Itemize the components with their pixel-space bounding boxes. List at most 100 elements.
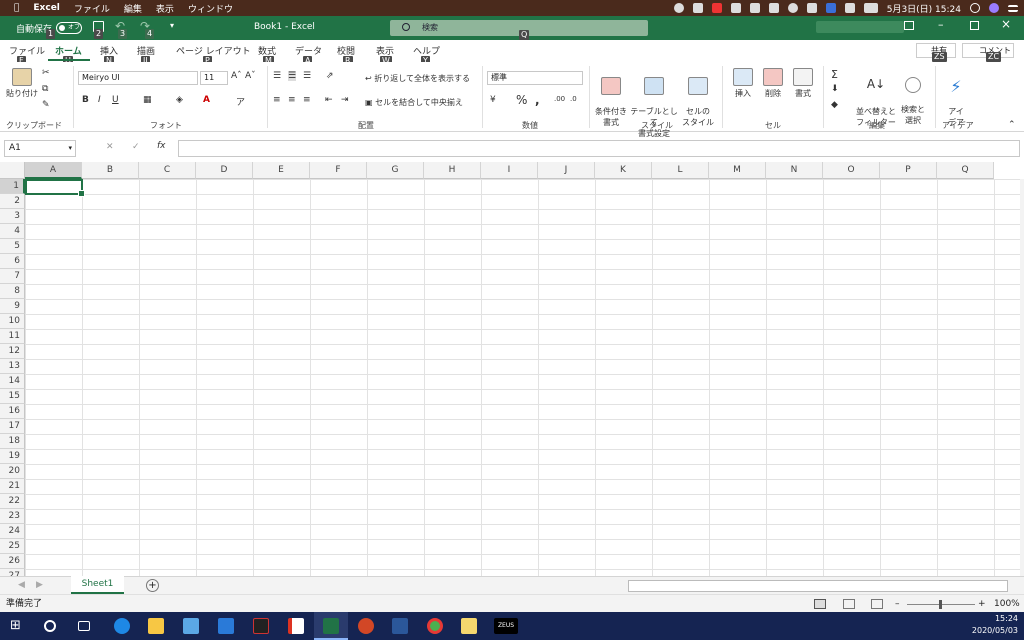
file-explorer-icon[interactable] (148, 618, 164, 634)
active-cell-a1[interactable] (25, 179, 85, 197)
tab-page-layout[interactable]: ページ レイアウト (176, 44, 251, 57)
podcast-icon[interactable] (673, 3, 684, 13)
pdf-icon[interactable] (288, 618, 304, 634)
column-header[interactable]: P (880, 162, 937, 179)
zoom-level[interactable]: 100% (994, 595, 1020, 613)
menu-window[interactable]: ウィンドウ (188, 2, 233, 15)
zoom-slider-thumb[interactable] (939, 600, 942, 609)
app-icon[interactable] (730, 3, 741, 13)
vertical-scrollbar[interactable] (1020, 179, 1024, 576)
page-layout-view-icon[interactable] (843, 599, 855, 609)
apple-menu-icon[interactable]:  (14, 3, 19, 13)
account-area[interactable] (816, 21, 904, 33)
cells-area[interactable] (25, 179, 1020, 576)
column-header[interactable]: D (196, 162, 253, 179)
ribbon-display-options-icon[interactable] (904, 21, 914, 30)
row-header[interactable]: 16 (0, 404, 25, 419)
dropbox-icon[interactable] (749, 3, 760, 13)
cortana-icon[interactable] (44, 620, 56, 632)
currency-icon[interactable]: ¥ (490, 95, 496, 105)
font-size-select[interactable]: 11 (200, 71, 228, 85)
column-header[interactable]: E (253, 162, 310, 179)
conditional-formatting-button[interactable]: 条件付き 書式 (594, 68, 628, 128)
align-middle-icon[interactable]: ☰ (288, 71, 297, 81)
font-name-select[interactable]: Meiryo UI (78, 71, 198, 85)
row-header[interactable]: 8 (0, 284, 25, 299)
row-header[interactable]: 9 (0, 299, 25, 314)
collapse-ribbon-icon[interactable]: ⌃ (1008, 120, 1016, 130)
row-header[interactable]: 26 (0, 554, 25, 569)
confirm-entry-icon[interactable]: ✓ (132, 142, 140, 152)
mail-icon[interactable] (218, 618, 234, 634)
row-header[interactable]: 20 (0, 464, 25, 479)
wrap-text-button[interactable]: ↩ 折り返して全体を表示する (365, 73, 470, 84)
prev-sheet-icon[interactable]: ◀ (18, 580, 25, 590)
notes-icon[interactable] (461, 618, 477, 634)
input-method-icon[interactable] (825, 3, 836, 13)
store-icon[interactable] (183, 618, 199, 634)
column-header[interactable]: L (652, 162, 709, 179)
row-header[interactable]: 10 (0, 314, 25, 329)
zeus-icon[interactable]: ZEUS (494, 618, 518, 634)
decrease-indent-icon[interactable]: ⇤ (325, 95, 333, 105)
increase-decimal-icon[interactable]: .00 (554, 95, 565, 103)
excel-icon[interactable] (323, 618, 339, 634)
wifi-icon[interactable] (806, 3, 817, 13)
row-header[interactable]: 23 (0, 509, 25, 524)
close-icon[interactable]: × (1001, 17, 1011, 31)
row-header[interactable]: 2 (0, 194, 25, 209)
page-break-view-icon[interactable] (871, 599, 883, 609)
next-sheet-icon[interactable]: ▶ (36, 580, 43, 590)
autosave-toggle[interactable]: オフ (56, 22, 82, 34)
underline-icon[interactable]: U (112, 95, 119, 105)
row-header[interactable]: 3 (0, 209, 25, 224)
increase-indent-icon[interactable]: ⇥ (341, 95, 349, 105)
column-header[interactable]: M (709, 162, 766, 179)
row-header[interactable]: 6 (0, 254, 25, 269)
name-box[interactable]: A1 ▾ (4, 140, 76, 157)
find-select-button[interactable]: 検索と 選択 (898, 68, 928, 126)
format-painter-icon[interactable]: ✎ (42, 100, 50, 110)
restore-icon[interactable] (970, 21, 979, 30)
cell-styles-button[interactable]: セルの スタイル (680, 68, 716, 128)
battery-icon[interactable] (863, 3, 878, 13)
italic-icon[interactable]: I (98, 95, 101, 105)
cloud-icon[interactable] (768, 3, 779, 13)
align-bottom-icon[interactable]: ☰ (303, 71, 311, 81)
comma-icon[interactable]: , (535, 93, 540, 107)
row-header[interactable]: 11 (0, 329, 25, 344)
column-header[interactable]: F (310, 162, 367, 179)
windows-start-icon[interactable]: ⊞ (10, 618, 26, 634)
horizontal-scrollbar[interactable] (628, 580, 1008, 592)
merge-center-button[interactable]: ▣ セルを結合して中央揃え (365, 97, 463, 108)
font-color-icon[interactable]: A (203, 95, 210, 105)
borders-icon[interactable]: ▦ (143, 95, 152, 105)
column-header[interactable]: J (538, 162, 595, 179)
column-header[interactable]: H (424, 162, 481, 179)
row-header[interactable]: 12 (0, 344, 25, 359)
word-icon[interactable] (392, 618, 408, 634)
phonetic-icon[interactable]: ア (236, 95, 245, 108)
paste-button[interactable]: 貼り付け (6, 68, 38, 99)
row-header[interactable]: 1 (0, 179, 25, 194)
orientation-icon[interactable]: ⇗ (326, 71, 334, 81)
powerpoint-icon[interactable] (358, 618, 374, 634)
row-header[interactable]: 15 (0, 389, 25, 404)
control-center-icon[interactable] (1008, 4, 1018, 12)
decrease-decimal-icon[interactable]: .0 (570, 95, 577, 103)
spotlight-icon[interactable] (970, 3, 980, 13)
formula-input[interactable] (178, 140, 1020, 157)
row-header[interactable]: 27 (0, 569, 25, 576)
time-machine-icon[interactable] (787, 3, 798, 13)
number-format-select[interactable]: 標準 (487, 71, 583, 85)
cut-icon[interactable]: ✂ (42, 68, 50, 78)
bold-icon[interactable]: B (82, 95, 89, 105)
delete-cells-button[interactable]: 削除 (760, 68, 786, 99)
row-header[interactable]: 14 (0, 374, 25, 389)
tab-file[interactable]: ファイル (9, 44, 45, 57)
app-s-icon[interactable] (253, 618, 269, 634)
copy-icon[interactable]: ⧉ (42, 84, 48, 94)
column-header[interactable]: Q (937, 162, 994, 179)
sort-filter-button[interactable]: A↓ 並べ替えと フィルター (856, 68, 896, 128)
cancel-entry-icon[interactable]: ✕ (106, 142, 114, 152)
